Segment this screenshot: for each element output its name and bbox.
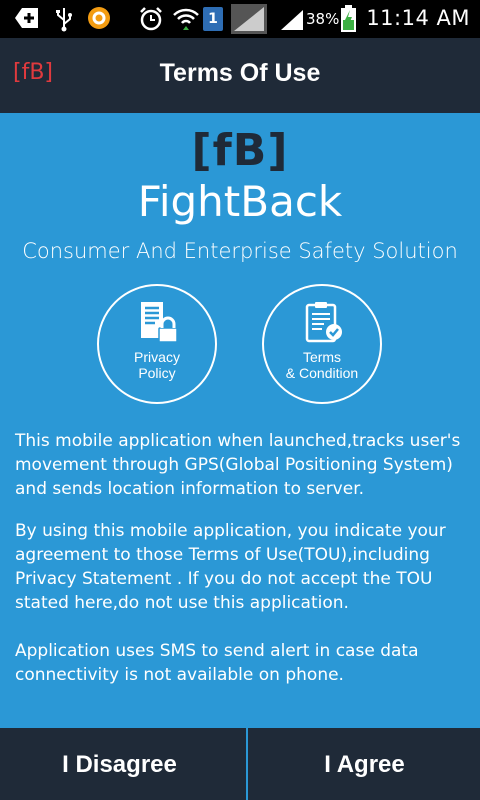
clock: 11:14 AM: [366, 6, 470, 30]
add-icon: [15, 8, 38, 28]
privacy-label-line2: Policy: [138, 365, 176, 381]
sim-icon: 1: [203, 7, 223, 31]
usb-icon: [56, 8, 72, 32]
page-title: Terms Of Use: [159, 59, 321, 87]
brand-name: FightBack: [137, 177, 343, 226]
tracking-notice-text: This mobile application when launched,tr…: [15, 431, 461, 499]
disagree-button[interactable]: I Disagree: [0, 728, 239, 800]
status-bar: 1 38% 11:14 AM: [0, 0, 480, 38]
terms-condition-button[interactable]: Terms & Condition: [262, 284, 382, 404]
app-header: [fB] Terms Of Use: [0, 38, 480, 113]
terms-label-line2: & Condition: [285, 365, 359, 381]
privacy-label-line1: Privacy: [134, 349, 180, 365]
terms-panel: [fB] FightBack Consumer And Enterprise S…: [0, 113, 480, 728]
alarm-icon: [140, 7, 162, 31]
terms-agreement-text: By using this mobile application, you in…: [15, 521, 446, 613]
battery-charging-icon: [341, 5, 356, 32]
terms-condition-label: Terms & Condition: [264, 349, 380, 381]
signal-icon: [231, 4, 267, 34]
signal-icon: [281, 10, 303, 30]
footer-bar: I Disagree I Agree: [0, 728, 480, 800]
wifi-icon: [173, 8, 199, 30]
privacy-policy-label: Privacy Policy: [99, 349, 215, 381]
battery-percent: 38%: [306, 10, 340, 28]
sim-slot-label: 1: [208, 11, 218, 27]
sms-notice-text: Application uses SMS to send alert in ca…: [15, 641, 419, 685]
privacy-policy-button[interactable]: Privacy Policy: [97, 284, 217, 404]
document-lock-icon: [141, 302, 178, 343]
app-notification-icon: [88, 7, 110, 29]
clipboard-check-icon: [305, 302, 342, 343]
terms-label-line1: Terms: [302, 349, 342, 365]
brand-tagline: Consumer And Enterprise Safety Solution: [22, 239, 458, 263]
brand-logo: [fB]: [191, 125, 289, 176]
footer-divider: [246, 728, 248, 800]
agree-button[interactable]: I Agree: [249, 728, 480, 800]
